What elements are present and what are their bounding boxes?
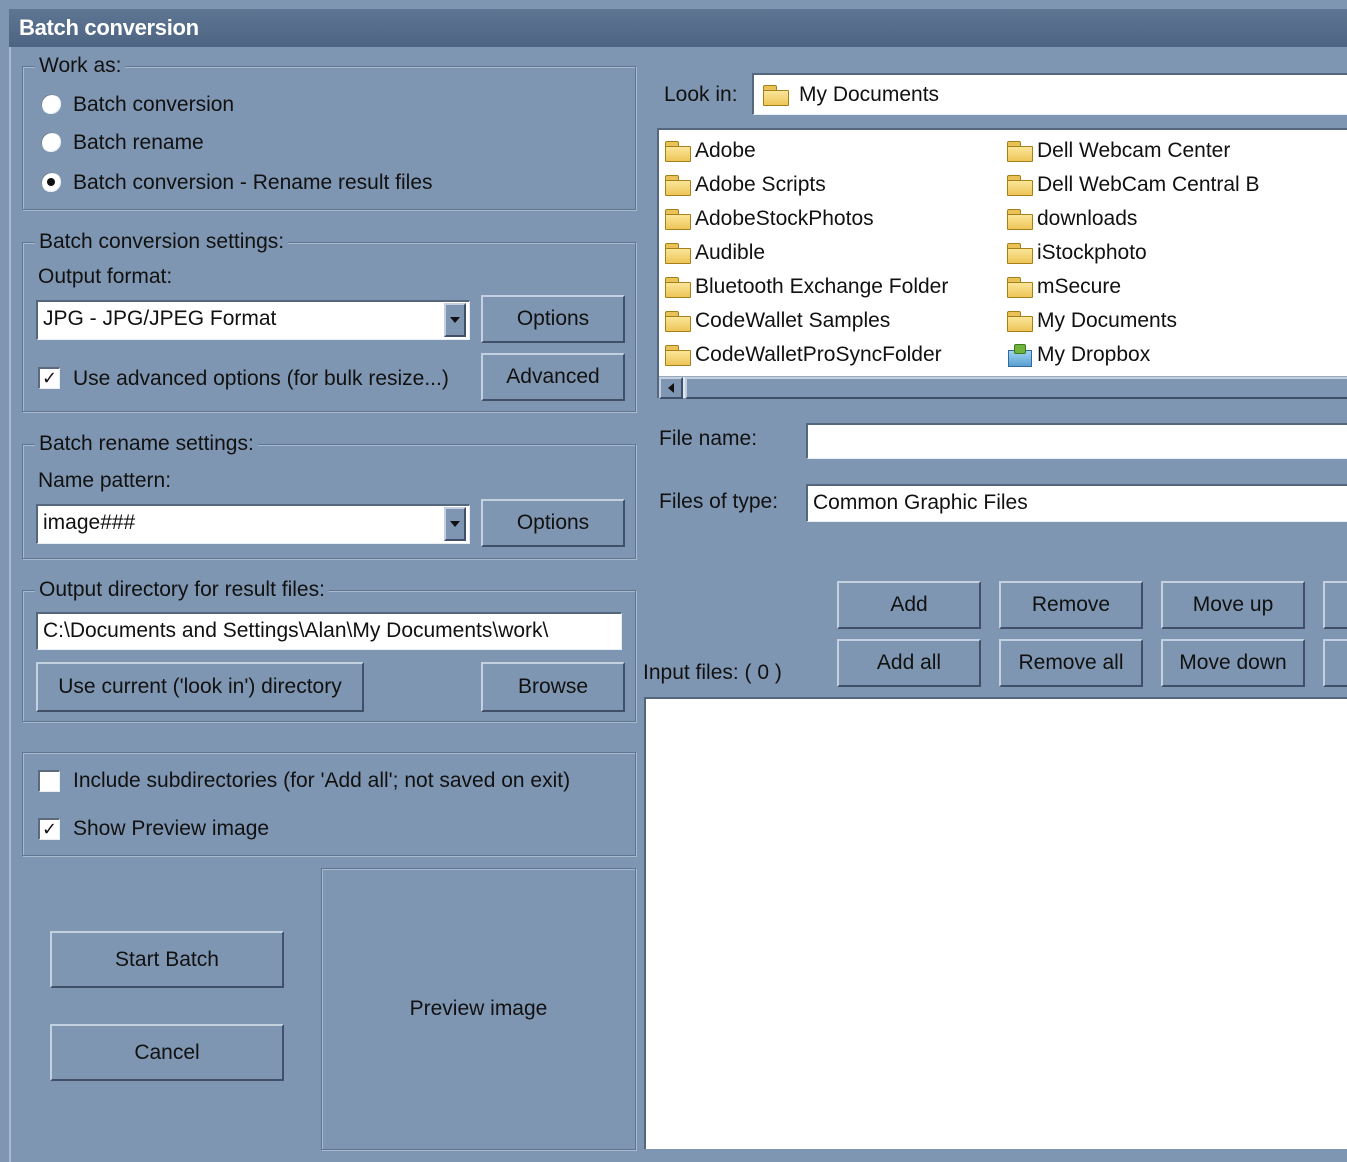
- folder-item[interactable]: My Dropbox: [1007, 338, 1260, 372]
- radio-batch-conversion-label[interactable]: Batch conversion: [73, 92, 234, 118]
- add-button[interactable]: Add: [837, 581, 981, 629]
- show-preview-label[interactable]: Show Preview image: [73, 816, 269, 842]
- add-all-button[interactable]: Add all: [837, 639, 981, 687]
- extra-button-bottom[interactable]: [1323, 639, 1347, 687]
- folder-item[interactable]: Dell WebCam Central B: [1007, 168, 1260, 202]
- checkmark-icon: ✓: [41, 819, 58, 839]
- folder-item[interactable]: mSecure: [1007, 270, 1260, 304]
- name-pattern-dropdown-button[interactable]: [444, 507, 466, 541]
- work-as-legend: Work as:: [35, 54, 126, 78]
- chevron-down-icon: [450, 317, 460, 323]
- title-bar[interactable]: Batch conversion: [9, 9, 1347, 47]
- folder-icon: [665, 243, 691, 264]
- remove-all-button[interactable]: Remove all: [999, 639, 1143, 687]
- folder-item[interactable]: Adobe Scripts: [665, 168, 948, 202]
- output-format-label: Output format:: [38, 265, 173, 288]
- file-name-label: File name:: [659, 427, 758, 450]
- remove-button[interactable]: Remove: [999, 581, 1143, 629]
- dropbox-icon: [1007, 344, 1033, 367]
- use-current-directory-button[interactable]: Use current ('look in') directory: [36, 662, 364, 712]
- output-format-dropdown-button[interactable]: [444, 303, 466, 337]
- output-format-select[interactable]: JPG - JPG/JPEG Format: [36, 300, 470, 340]
- name-pattern-select[interactable]: image###: [36, 504, 470, 544]
- folder-icon: [1007, 175, 1033, 196]
- my-documents-folder-icon: [763, 84, 789, 106]
- files-of-type-select[interactable]: Common Graphic Files: [806, 484, 1347, 522]
- chevron-left-icon: [668, 383, 674, 393]
- output-format-value: JPG - JPG/JPEG Format: [43, 307, 277, 330]
- radio-batch-conversion-rename-label[interactable]: Batch conversion - Rename result files: [73, 170, 433, 196]
- scroll-thumb[interactable]: [685, 377, 1347, 399]
- advanced-options-label[interactable]: Use advanced options (for bulk resize...…: [73, 366, 449, 392]
- include-subdirectories-checkbox[interactable]: [38, 770, 60, 792]
- folder-icon: [1007, 311, 1033, 332]
- radio-batch-conversion[interactable]: [41, 94, 61, 114]
- output-directory-input[interactable]: C:\Documents and Settings\Alan\My Docume…: [36, 612, 622, 650]
- folder-item[interactable]: CodeWallet Samples: [665, 304, 948, 338]
- folder-item[interactable]: downloads: [1007, 202, 1260, 236]
- folder-icon: [665, 209, 691, 230]
- files-of-type-label: Files of type:: [659, 490, 779, 513]
- scroll-left-button[interactable]: [659, 377, 683, 399]
- browse-button[interactable]: Browse: [481, 662, 625, 712]
- input-files-label: Input files: ( 0 ): [643, 661, 782, 684]
- look-in-value: My Documents: [799, 82, 940, 106]
- file-name-input[interactable]: [806, 423, 1347, 459]
- radio-batch-rename-label[interactable]: Batch rename: [73, 130, 204, 156]
- folder-icon: [665, 277, 691, 298]
- folder-icon: [1007, 209, 1033, 230]
- folder-item[interactable]: CodeWalletProSyncFolder: [665, 338, 948, 372]
- output-directory-legend: Output directory for result files:: [35, 578, 329, 602]
- look-in-select[interactable]: My Documents: [752, 73, 1347, 115]
- folder-item[interactable]: Adobe: [665, 134, 948, 168]
- conversion-settings-legend: Batch conversion settings:: [35, 230, 289, 254]
- radio-batch-conversion-rename[interactable]: [41, 172, 61, 192]
- folder-icon: [1007, 277, 1033, 298]
- horizontal-scrollbar[interactable]: [659, 376, 1347, 399]
- folder-icon: [665, 141, 691, 162]
- folder-item[interactable]: Dell Webcam Center: [1007, 134, 1260, 168]
- chevron-down-icon: [450, 521, 460, 527]
- name-pattern-value: image###: [43, 511, 136, 534]
- extra-button-top[interactable]: [1323, 581, 1347, 629]
- input-files-list[interactable]: [644, 697, 1347, 1149]
- advanced-button[interactable]: Advanced: [481, 353, 625, 401]
- checkmark-icon: ✓: [41, 368, 58, 388]
- folder-item[interactable]: AdobeStockPhotos: [665, 202, 948, 236]
- folder-icon: [665, 345, 691, 366]
- folder-item[interactable]: Audible: [665, 236, 948, 270]
- advanced-options-checkbox[interactable]: ✓: [38, 367, 60, 389]
- preview-image-label: Preview image: [409, 997, 548, 1020]
- rename-settings-legend: Batch rename settings:: [35, 432, 258, 456]
- folder-column-1: Adobe Adobe Scripts AdobeStockPhotos Aud…: [665, 134, 948, 372]
- show-preview-checkbox[interactable]: ✓: [38, 818, 60, 840]
- name-pattern-options-button[interactable]: Options: [481, 499, 625, 547]
- folder-icon: [665, 175, 691, 196]
- folder-column-2: Dell Webcam Center Dell WebCam Central B…: [1007, 134, 1260, 372]
- radio-batch-rename[interactable]: [41, 132, 61, 152]
- folder-icon: [1007, 243, 1033, 264]
- look-in-label: Look in:: [664, 83, 738, 106]
- folder-item[interactable]: iStockphoto: [1007, 236, 1260, 270]
- move-down-button[interactable]: Move down: [1161, 639, 1305, 687]
- move-up-button[interactable]: Move up: [1161, 581, 1305, 629]
- output-format-options-button[interactable]: Options: [481, 295, 625, 343]
- folder-icon: [665, 311, 691, 332]
- folder-icon: [1007, 141, 1033, 162]
- name-pattern-label: Name pattern:: [38, 469, 172, 492]
- folder-item[interactable]: My Documents: [1007, 304, 1260, 338]
- preview-panel: Preview image: [321, 868, 636, 1150]
- start-batch-button[interactable]: Start Batch: [50, 931, 284, 988]
- folder-item[interactable]: Bluetooth Exchange Folder: [665, 270, 948, 304]
- cancel-button[interactable]: Cancel: [50, 1024, 284, 1081]
- include-subdirectories-label[interactable]: Include subdirectories (for 'Add all'; n…: [73, 768, 570, 794]
- folder-list[interactable]: Adobe Adobe Scripts AdobeStockPhotos Aud…: [657, 128, 1347, 399]
